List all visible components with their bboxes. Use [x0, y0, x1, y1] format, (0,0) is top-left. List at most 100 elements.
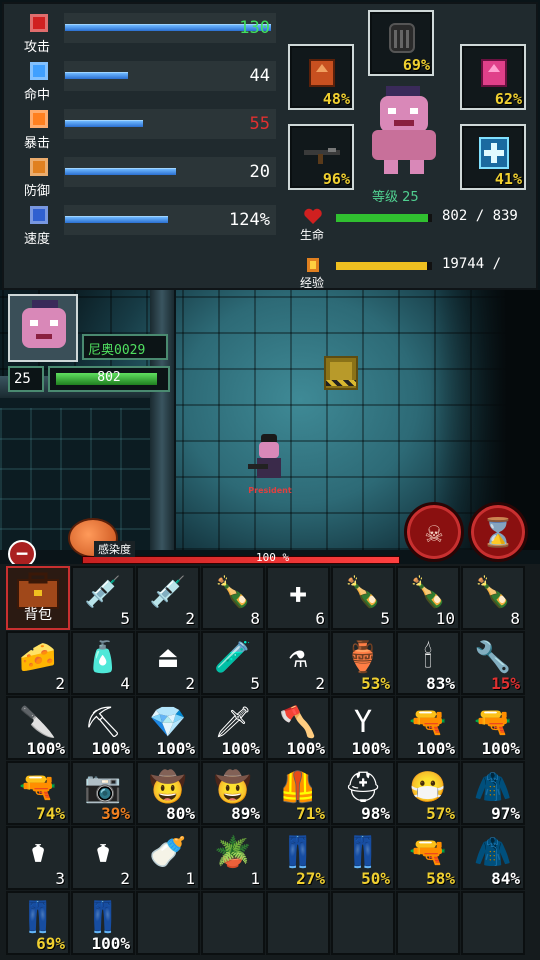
inventory-item[interactable]: 🕯 83% [396, 631, 460, 695]
item-count: 80% [166, 804, 195, 823]
cowboy-hat-icon: 🤠 [149, 770, 187, 805]
green-pants-icon: 👖 [84, 900, 122, 935]
backpack-tab[interactable]: 背包 [6, 566, 70, 630]
inventory-item[interactable]: 🧴 4 [71, 631, 135, 695]
empty-slot[interactable] [396, 891, 460, 955]
inventory-item[interactable]: 💉 2 [136, 566, 200, 630]
helmet-durability: 69% [402, 56, 430, 74]
flask-icon: ⚗ [288, 640, 308, 675]
inventory-grid: 背包 💉 5 💉 2 🍾 8 ✚ 6 🍾 5 🍾 10 🍾 8 🧀 2 🧴 4 ⏏ 2 🧪 5 ⚗ 2 🏺 53% 🕯 83% 🔧 15%… [0, 564, 540, 960]
stat-row: 攻击 130 [8, 10, 278, 55]
inventory-item[interactable]: 🔫 100% [461, 696, 525, 760]
inventory-item[interactable]: 🧥 97% [461, 761, 525, 825]
inventory-item[interactable]: 🔪 100% [6, 696, 70, 760]
weapon-slot[interactable]: 96% [288, 124, 354, 190]
item-count: 69% [36, 934, 65, 953]
shotgun-icon: 🔫 [474, 705, 512, 740]
accessory-durability: 41% [494, 170, 522, 188]
helmet-slot[interactable]: 69% [368, 10, 434, 76]
item-count: 6 [315, 609, 325, 628]
stat-bar [65, 72, 128, 79]
wall-vertical [150, 290, 176, 550]
supply-crate[interactable] [324, 356, 358, 390]
empty-slot[interactable] [461, 891, 525, 955]
inventory-item[interactable]: 🦺 71% [266, 761, 330, 825]
inventory-item[interactable]: Y 100% [331, 696, 395, 760]
inventory-item[interactable]: 😷 57% [396, 761, 460, 825]
player-avatar[interactable] [8, 294, 78, 362]
nurse-cap-icon: ⛑ [343, 770, 383, 805]
stat-label: 速度 [24, 232, 51, 247]
inventory-item[interactable]: 🔧 15% [461, 631, 525, 695]
inventory-item[interactable]: ⏏ 2 [136, 631, 200, 695]
inventory-item[interactable]: 👖 100% [71, 891, 135, 955]
inventory-item[interactable]: 👖 50% [331, 826, 395, 890]
inventory-item[interactable]: 💎 100% [136, 696, 200, 760]
pistol-icon: 🔫 [409, 705, 447, 740]
shovel-icon: ⛏ [83, 705, 123, 740]
infection-bar [82, 556, 400, 564]
stat-row: 速度 124% [8, 202, 278, 247]
inventory-item[interactable]: ⚗ 2 [266, 631, 330, 695]
sauce-bottle-icon: 🧴 [84, 640, 122, 675]
inventory-item[interactable]: 🍾 8 [201, 566, 265, 630]
armor-slot[interactable]: 48% [288, 44, 354, 110]
inventory-item[interactable]: ✚ 6 [266, 566, 330, 630]
inventory-item[interactable]: ⚱ 2 [71, 826, 135, 890]
attack-skull-button[interactable]: ☠ [404, 502, 464, 562]
item-count: 74% [36, 804, 65, 823]
medkit-icon: ✚ [288, 575, 308, 610]
inventory-item[interactable]: 🍾 10 [396, 566, 460, 630]
inventory-item[interactable]: ⛏ 100% [71, 696, 135, 760]
pants-icon [481, 59, 507, 87]
inventory-item[interactable]: 📷 39% [71, 761, 135, 825]
item-count: 58% [426, 869, 455, 888]
empty-slot[interactable] [201, 891, 265, 955]
item-count: 1 [250, 869, 260, 888]
inventory-item[interactable]: 🗡 100% [201, 696, 265, 760]
rifle-icon: 🔫 [409, 835, 447, 870]
item-count: 39% [101, 804, 130, 823]
inventory-item[interactable]: 👖 27% [266, 826, 330, 890]
shield-icon [30, 158, 48, 176]
glowstick-icon: 🕯 [423, 640, 433, 675]
wait-hourglass-button[interactable]: ⌛ [468, 502, 528, 562]
player-hat [261, 434, 277, 442]
inventory-item[interactable]: ⚱ 3 [6, 826, 70, 890]
inventory-item[interactable]: ⛑ 98% [331, 761, 395, 825]
inventory-item[interactable]: 🍼 1 [136, 826, 200, 890]
inventory-item[interactable]: 🏺 53% [331, 631, 395, 695]
inventory-item[interactable]: 💉 5 [71, 566, 135, 630]
empty-slot[interactable] [136, 891, 200, 955]
stat-bar [65, 168, 176, 175]
inventory-item[interactable]: 🪴 1 [201, 826, 265, 890]
inventory-item[interactable]: 🔫 100% [396, 696, 460, 760]
inventory-item[interactable]: 🤠 80% [136, 761, 200, 825]
inventory-item[interactable]: 🧥 84% [461, 826, 525, 890]
game-map[interactable] [0, 290, 540, 550]
inventory-item[interactable]: 🍾 8 [461, 566, 525, 630]
inventory-item[interactable]: 🤠 89% [201, 761, 265, 825]
pants-slot[interactable]: 62% [460, 44, 526, 110]
sword-icon [30, 14, 48, 32]
infection-label: 感染度 [94, 541, 135, 557]
item-count: 2 [120, 869, 130, 888]
inventory-item[interactable]: 🔫 74% [6, 761, 70, 825]
item-count: 4 [120, 674, 130, 693]
accessory-slot[interactable]: 41% [460, 124, 526, 190]
inventory-item[interactable]: 🍾 5 [331, 566, 395, 630]
item-count: 100% [481, 739, 520, 758]
xp-bar [336, 262, 427, 270]
item-count: 27% [296, 869, 325, 888]
item-count: 50% [361, 869, 390, 888]
camera-icon: 📷 [84, 770, 122, 805]
inventory-item[interactable]: 🔫 58% [396, 826, 460, 890]
inventory-item[interactable]: 👖 69% [6, 891, 70, 955]
inventory-item[interactable]: 🪓 100% [266, 696, 330, 760]
empty-slot[interactable] [266, 891, 330, 955]
empty-slot[interactable] [331, 891, 395, 955]
inventory-item[interactable]: 🧀 2 [6, 631, 70, 695]
player-character [248, 434, 284, 486]
inventory-item[interactable]: 🧪 5 [201, 631, 265, 695]
crystal-blade-icon: 💎 [149, 705, 187, 740]
